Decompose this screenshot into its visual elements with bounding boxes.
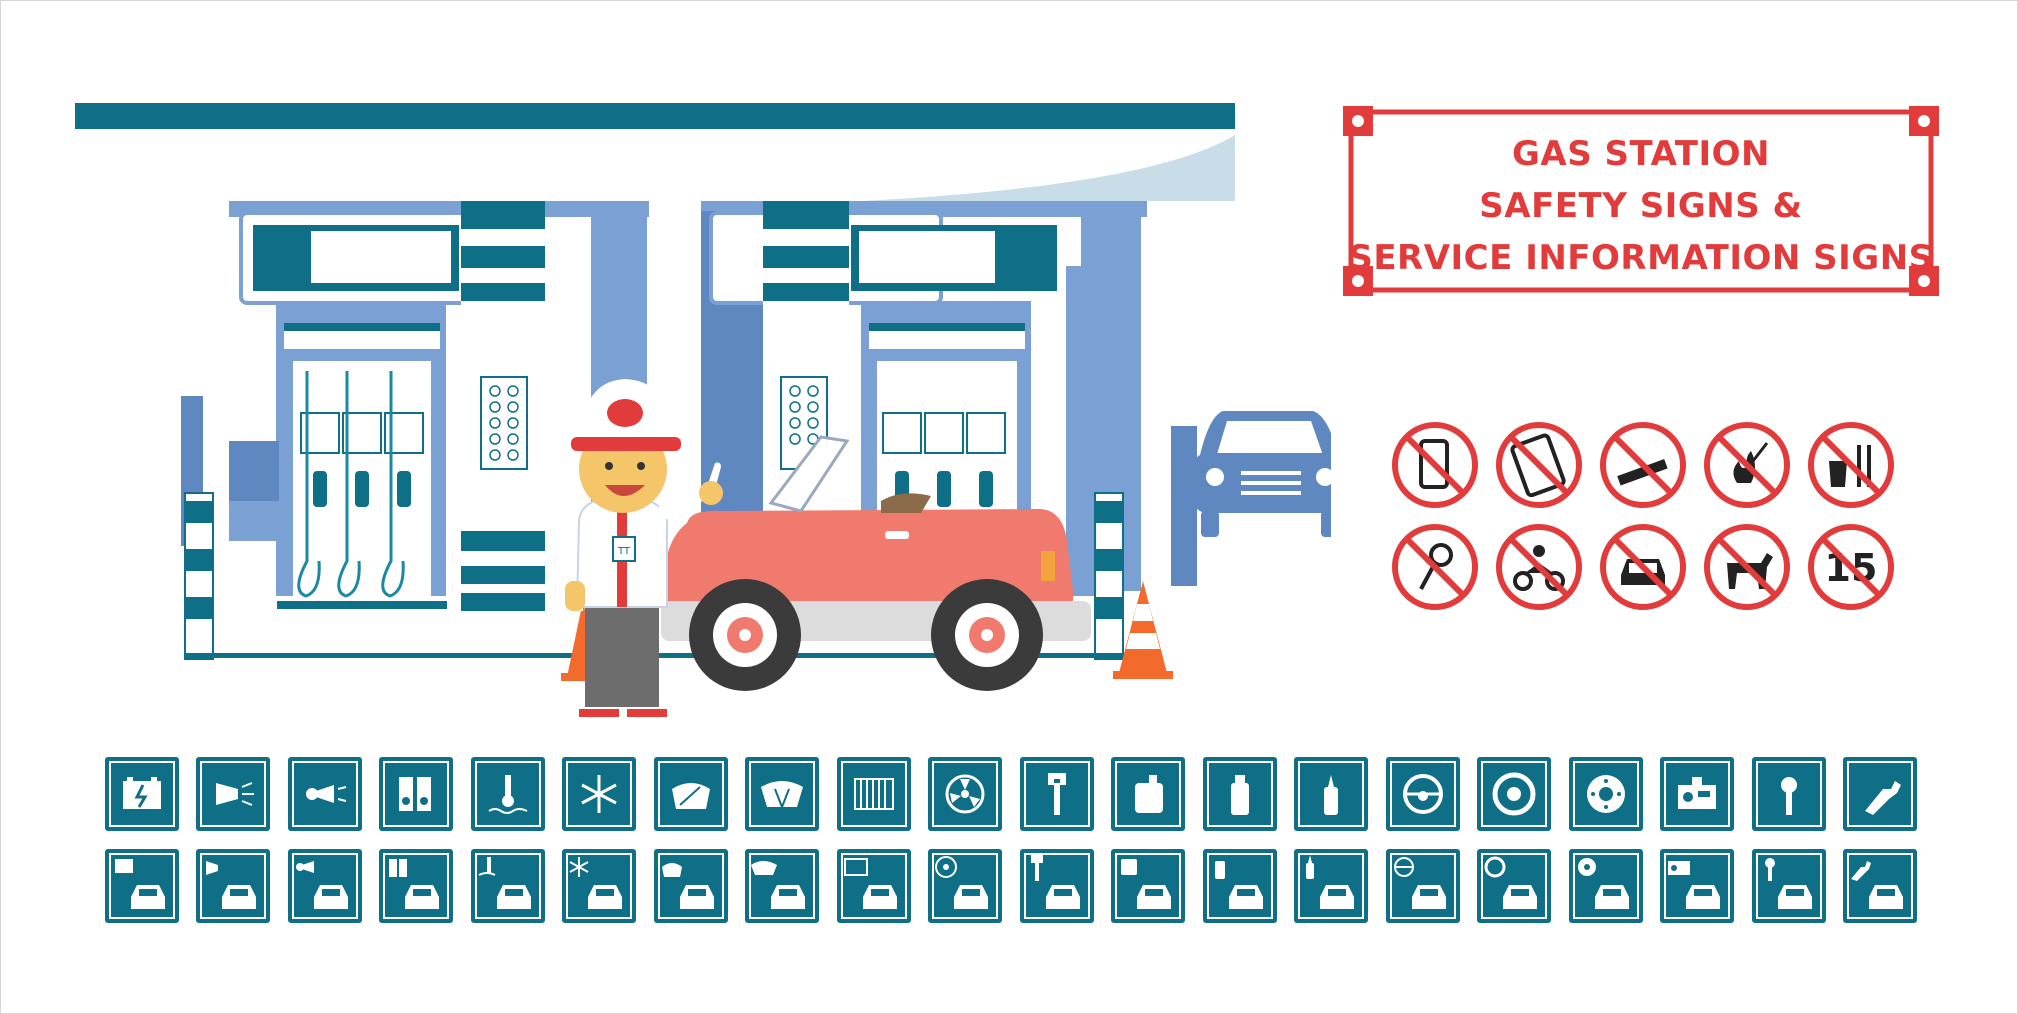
- steering-wheel-car-icon: [1393, 857, 1446, 909]
- horn-car-icon: [295, 861, 348, 909]
- steering-wheel-icon: [1402, 774, 1443, 814]
- wiper-car-icon: [661, 863, 714, 909]
- tire-pressure-car-icon: [1764, 858, 1812, 909]
- radiator-car-icon: [843, 858, 897, 909]
- no-car-icon: [1600, 524, 1686, 610]
- windshield-car-icon: [751, 861, 806, 909]
- attendant-badge: TT: [617, 546, 631, 557]
- lubricant-car-icon: [1306, 855, 1355, 909]
- horn-icon: [305, 785, 347, 803]
- gas-station-scene: TT: [75, 103, 1331, 717]
- no-smoking-icon: [1600, 422, 1686, 508]
- windshield-icon: [761, 781, 804, 808]
- no-tablet-icon: [1496, 422, 1582, 508]
- car-radio-icon: [1678, 777, 1717, 809]
- fan-car-icon: [935, 856, 989, 909]
- service-icons-row: [105, 757, 1918, 833]
- no-matches-icon: [1704, 422, 1790, 508]
- coolant-icon: [488, 775, 528, 814]
- oil-can-icon: [1135, 775, 1164, 813]
- lubricant-icon: [1324, 775, 1339, 815]
- service-icons-with-car-row: [105, 849, 1918, 925]
- illustration-canvas: TT GAS STATION SAFETY SIGNS & SERVICE IN…: [0, 0, 2018, 1014]
- oil-can-car-icon: [1121, 859, 1172, 909]
- headlight-car-icon: [206, 861, 257, 909]
- title-sign: GAS STATION SAFETY SIGNS & SERVICE INFOR…: [1341, 106, 1941, 296]
- battery-icon: [123, 777, 161, 809]
- no-speed-15-icon: 15: [1808, 524, 1894, 610]
- coolant-car-icon: [478, 857, 531, 909]
- tire-car-icon: [1484, 856, 1538, 909]
- spray-can-car-icon: [1214, 861, 1263, 909]
- air-conditioning-car-icon: [569, 857, 623, 909]
- fuel-nozzle-car-icon: [1851, 861, 1904, 909]
- speaker-icon: [399, 777, 432, 811]
- service-information-signs: [105, 757, 1918, 927]
- radiator-icon: [853, 778, 894, 810]
- spray-can-icon: [1230, 775, 1249, 815]
- wrench-icon: [1047, 773, 1066, 815]
- blue-cars: [1193, 411, 1331, 537]
- prohibition-signs: 15: [1391, 421, 1911, 621]
- canopy: [75, 103, 1235, 201]
- speaker-car-icon: [389, 859, 440, 909]
- no-food-drink-icon: [1808, 422, 1894, 508]
- tire-icon: [1492, 772, 1536, 816]
- no-motorbike-icon: [1496, 524, 1582, 610]
- no-keys-icon: [1392, 524, 1478, 610]
- pump-island-left: [229, 201, 545, 611]
- no-dogs-icon: [1704, 524, 1790, 610]
- car-radio-car-icon: [1668, 861, 1721, 909]
- title-line-1: GAS STATION: [1512, 134, 1770, 174]
- title-line-2: SAFETY SIGNS &: [1479, 186, 1803, 226]
- title-line-3: SERVICE INFORMATION SIGNS: [1348, 238, 1934, 278]
- no-phone-icon: [1392, 422, 1478, 508]
- wiper-icon: [671, 783, 710, 809]
- headlight-icon: [216, 782, 255, 806]
- air-conditioning-icon: [581, 775, 618, 813]
- tire-pressure-icon: [1780, 777, 1797, 815]
- brake-disc-car-icon: [1577, 858, 1629, 909]
- fuel-nozzle-icon: [1865, 781, 1902, 815]
- wrench-car-icon: [1030, 855, 1080, 909]
- fan-icon: [945, 774, 985, 814]
- battery-car-icon: [115, 859, 165, 909]
- brake-disc-icon: [1586, 775, 1625, 813]
